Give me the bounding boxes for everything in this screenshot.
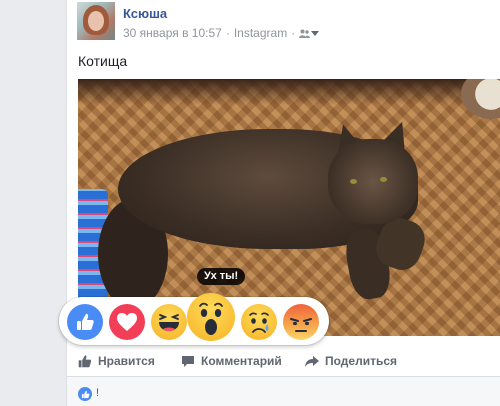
post-text: Котища [78, 53, 128, 69]
reactions-bar [59, 293, 329, 345]
wow-reaction[interactable] [187, 293, 235, 341]
like-button-label: Нравится [98, 354, 155, 368]
meta-separator: · [225, 26, 230, 40]
thumbs-up-icon [81, 390, 89, 398]
surprised-face-icon [199, 302, 223, 335]
thumbs-up-icon [77, 313, 94, 330]
sad-reaction[interactable] [241, 304, 277, 340]
post-date[interactable]: 30 января в 10:57 [123, 26, 222, 40]
avatar[interactable] [77, 2, 115, 40]
post-actions: Нравится Комментарий Поделиться [78, 345, 500, 377]
meta-separator-2: · [291, 26, 296, 40]
summary-text[interactable]: ! [96, 387, 99, 399]
share-button[interactable]: Поделиться [305, 354, 397, 368]
chevron-down-icon [311, 30, 320, 36]
love-reaction[interactable] [109, 304, 145, 340]
haha-reaction[interactable] [151, 304, 187, 340]
friends-icon [299, 29, 311, 38]
comment-button[interactable]: Комментарий [181, 354, 282, 368]
share-button-label: Поделиться [325, 354, 398, 368]
post-meta: 30 января в 10:57 · Instagram · [123, 26, 320, 40]
heart-icon [117, 313, 137, 331]
like-summary-icon[interactable] [78, 387, 92, 401]
audience-selector[interactable] [299, 29, 320, 38]
basket [461, 79, 500, 119]
angry-reaction[interactable] [283, 304, 319, 340]
laughing-face-icon [159, 314, 179, 332]
feed-post: Ксюша 30 января в 10:57 · Instagram · Ко… [59, 0, 500, 406]
author-name[interactable]: Ксюша [123, 6, 167, 21]
angry-face-icon [290, 318, 312, 332]
thumbs-up-icon [78, 355, 92, 368]
comment-icon [182, 355, 194, 367]
comment-button-label: Комментарий [201, 354, 282, 368]
reaction-tooltip: Ух ты! [197, 268, 246, 285]
post-source[interactable]: Instagram [234, 26, 287, 40]
like-reaction[interactable] [67, 304, 103, 340]
like-button[interactable]: Нравится [78, 354, 155, 368]
crying-face-icon [249, 312, 269, 333]
share-icon [305, 355, 319, 367]
reactions-summary: ! [67, 377, 500, 406]
